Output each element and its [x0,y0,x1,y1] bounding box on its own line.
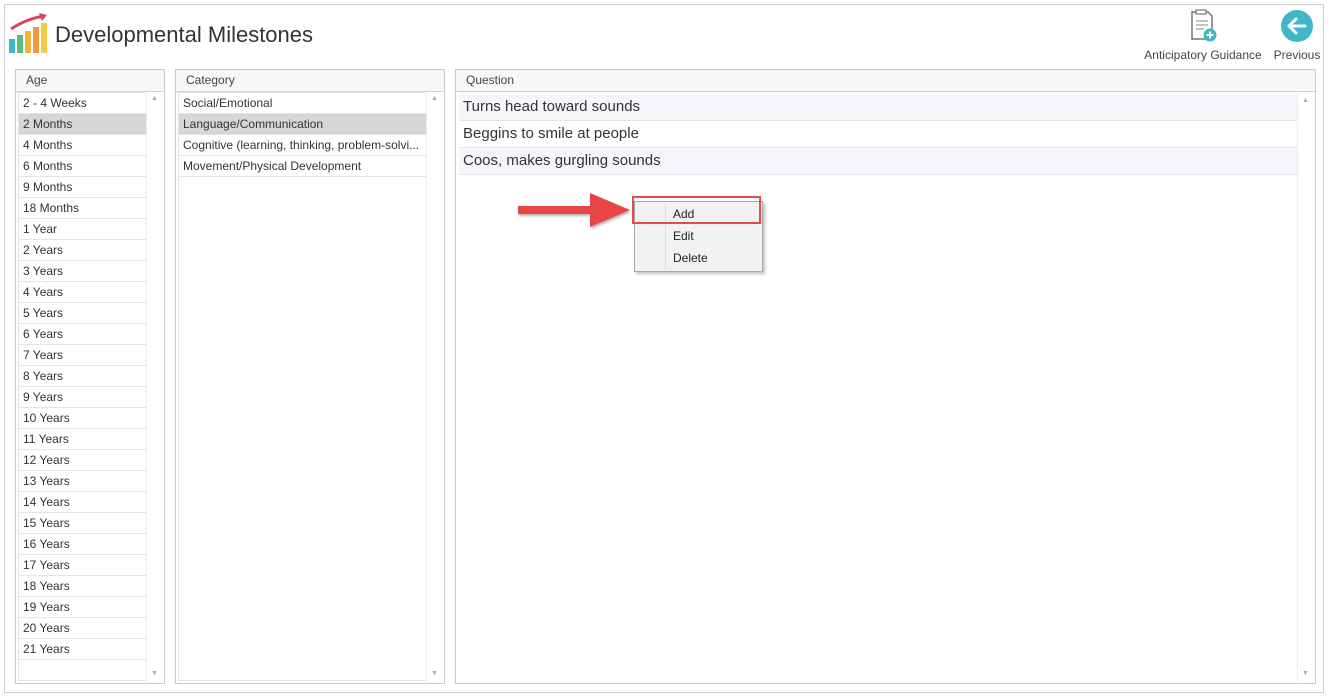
page-title: Developmental Milestones [55,22,314,47]
age-list[interactable]: 2 - 4 Weeks 2 Months 4 Months 6 Months 9 Mon… [18,92,147,681]
scroll-down-icon[interactable]: ▼ [427,667,442,681]
age-list-item[interactable]: 8 Years [19,366,147,387]
age-list-item[interactable]: 15 Years [19,513,147,534]
previous-label: Previous [1273,48,1321,62]
age-list-item[interactable]: 14 Years [19,492,147,513]
question-list-item[interactable]: Beggins to smile at people [459,121,1297,148]
age-list-item[interactable]: 11 Years [19,429,147,450]
age-list-item[interactable]: 2 Months [19,114,147,135]
question-list-item[interactable]: Turns head toward sounds [459,94,1297,121]
age-header: Age [16,70,164,92]
age-list-item[interactable]: 7 Years [19,345,147,366]
age-list-item[interactable]: 12 Years [19,450,147,471]
category-list-item[interactable]: Social/Emotional [179,93,427,114]
age-list-item[interactable]: 6 Years [19,324,147,345]
category-panel: Category Social/Emotional Language/Commun… [175,69,445,684]
document-add-icon [1191,9,1217,42]
age-list-item[interactable]: 9 Years [19,387,147,408]
age-list-item[interactable]: 18 Years [19,576,147,597]
age-list-item[interactable]: 18 Months [19,198,147,219]
question-header: Question [456,70,1315,92]
anticipatory-guidance-label: Anticipatory Guidance [1144,48,1262,62]
scroll-down-icon[interactable]: ▼ [1298,667,1313,681]
category-list-item[interactable]: Cognitive (learning, thinking, problem-s… [179,135,427,156]
age-list-item[interactable]: 20 Years [19,618,147,639]
question-list-item[interactable]: Coos, makes gurgling sounds [459,148,1297,175]
anticipatory-guidance-button[interactable]: Anticipatory Guidance [1140,8,1266,62]
arrow-left-circle-icon [1281,10,1313,42]
scroll-up-icon[interactable]: ▲ [147,92,162,106]
age-list-item[interactable]: 21 Years [19,639,147,660]
question-panel: Question Turns head toward sounds Beggins… [455,69,1316,684]
age-list-item[interactable]: 5 Years [19,303,147,324]
age-list-item[interactable]: 3 Years [19,261,147,282]
age-list-item[interactable]: 2 - 4 Weeks [19,93,147,114]
category-list-item[interactable]: Movement/Physical Development [179,156,427,177]
question-list[interactable]: Turns head toward sounds Beggins to smile… [459,94,1297,681]
age-list-item[interactable]: 19 Years [19,597,147,618]
scroll-up-icon[interactable]: ▲ [427,92,442,106]
age-panel: Age 2 - 4 Weeks 2 Months 4 Months 6 Months 9… [15,69,165,684]
add-highlight-box [632,196,761,224]
age-list-item[interactable]: 16 Years [19,534,147,555]
age-list-item[interactable]: 9 Months [19,177,147,198]
age-scrollbar[interactable]: ▲ ▼ [146,92,162,681]
age-list-item[interactable]: 2 Years [19,240,147,261]
question-scrollbar[interactable]: ▲ ▼ [1297,94,1313,681]
age-list-item[interactable]: 10 Years [19,408,147,429]
age-list-item[interactable]: 6 Months [19,156,147,177]
category-list[interactable]: Social/Emotional Language/Communication Co… [178,92,427,681]
age-list-item[interactable]: 4 Months [19,135,147,156]
age-list-item[interactable]: 13 Years [19,471,147,492]
category-scrollbar[interactable]: ▲ ▼ [426,92,442,681]
category-header: Category [176,70,444,92]
age-list-item[interactable]: 4 Years [19,282,147,303]
menu-item-edit[interactable]: Edit [635,225,762,247]
age-list-item[interactable]: 1 Year [19,219,147,240]
red-arrow-icon [518,193,630,227]
scroll-down-icon[interactable]: ▼ [147,667,162,681]
age-list-item[interactable]: 17 Years [19,555,147,576]
previous-button[interactable]: Previous [1271,8,1323,62]
category-list-item[interactable]: Language/Communication [179,114,427,135]
scroll-up-icon[interactable]: ▲ [1298,94,1313,108]
menu-item-delete[interactable]: Delete [635,247,762,269]
bar-chart-trend-icon [9,13,47,53]
